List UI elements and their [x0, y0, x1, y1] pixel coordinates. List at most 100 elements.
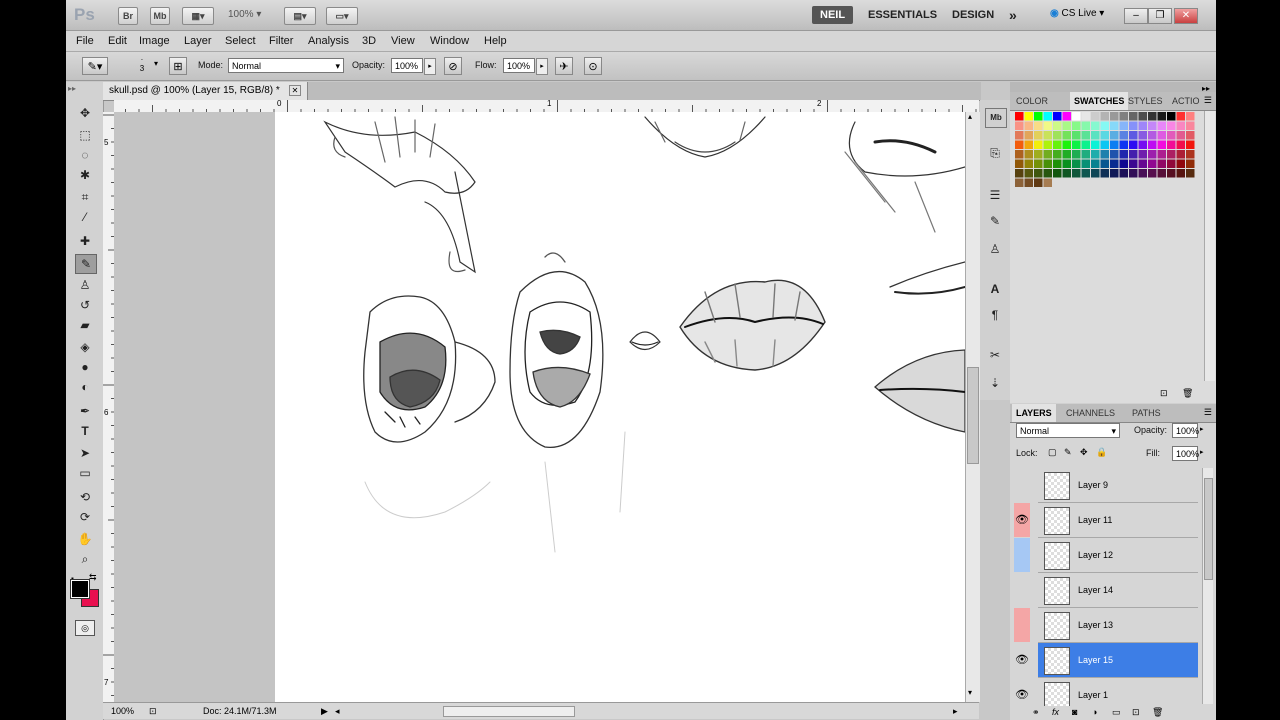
size-pressure-toggle[interactable]: ⊙ [584, 57, 602, 75]
crop-tool-icon[interactable]: ⌗ [75, 188, 95, 206]
color-swatch[interactable] [1053, 112, 1062, 121]
opacity-slider-toggle[interactable]: ▸ [424, 58, 436, 75]
color-swatch[interactable] [1015, 169, 1024, 178]
layer-opacity-input[interactable]: 100% [1172, 423, 1199, 438]
color-swatch[interactable] [1148, 131, 1157, 140]
close-tab-icon[interactable]: ✕ [288, 85, 302, 96]
color-swatch[interactable] [1100, 140, 1110, 150]
color-swatch[interactable] [1043, 131, 1053, 140]
path-selection-tool-icon[interactable]: ➤ [75, 444, 95, 462]
eyedropper-tool-icon[interactable]: ⁄ [75, 208, 95, 226]
foreground-color-swatch[interactable] [70, 579, 90, 599]
color-swatch[interactable] [1138, 131, 1148, 140]
color-swatch[interactable] [1072, 131, 1081, 140]
color-swatch[interactable] [1100, 112, 1110, 121]
menu-edit[interactable]: Edit [108, 33, 127, 49]
swatch-grid[interactable] [1014, 111, 1200, 201]
tab-paths[interactable]: PATHS [1128, 404, 1165, 422]
color-swatch[interactable] [1176, 150, 1186, 159]
history-brush-tool-icon[interactable]: ↺ [75, 296, 95, 314]
color-swatch[interactable] [1119, 169, 1129, 178]
color-swatch[interactable] [1167, 131, 1176, 140]
color-swatch[interactable] [1129, 159, 1138, 169]
marquee-tool-icon[interactable]: ⬚ [75, 126, 95, 144]
menu-layer[interactable]: Layer [184, 33, 212, 49]
document-canvas[interactable] [275, 112, 965, 702]
layer-visibility-toggle[interactable] [1014, 468, 1030, 502]
layer-row[interactable]: Layer 1 [1038, 678, 1198, 706]
adjustment-layer-icon[interactable]: ◑ [1092, 707, 1097, 717]
maximize-button[interactable]: ❐ [1148, 8, 1172, 24]
layer-visibility-toggle[interactable]: 👁 [1014, 503, 1030, 537]
color-swatch[interactable] [1129, 131, 1138, 140]
color-swatch[interactable] [1148, 150, 1157, 159]
color-swatch[interactable] [1081, 131, 1091, 140]
layer-mask-icon[interactable]: ◙ [1072, 707, 1077, 717]
color-swatch[interactable] [1043, 150, 1053, 159]
color-swatch[interactable] [1024, 140, 1034, 150]
color-swatch[interactable] [1062, 140, 1072, 150]
color-swatch[interactable] [1176, 131, 1186, 140]
color-swatch[interactable] [1100, 150, 1110, 159]
color-swatch[interactable] [1091, 169, 1100, 178]
fill-input[interactable]: 100% [1172, 446, 1199, 461]
color-swatch[interactable] [1024, 159, 1034, 169]
color-swatch[interactable] [1129, 169, 1138, 178]
brush-presets-panel-icon[interactable]: ✎ [985, 212, 1005, 230]
close-button[interactable]: ✕ [1174, 8, 1198, 24]
color-swatch[interactable] [1053, 131, 1062, 140]
screen-mode-button[interactable]: ▭▾ [326, 7, 358, 25]
pen-tool-icon[interactable]: ✒ [75, 402, 95, 420]
paragraph-panel-icon[interactable]: ¶ [985, 306, 1005, 324]
color-swatch[interactable] [1129, 150, 1138, 159]
vertical-scrollbar[interactable]: ▴ ▾ [965, 112, 980, 702]
document-tab[interactable]: skull.psd @ 100% (Layer 15, RGB/8) * ✕ [103, 82, 309, 100]
color-swatch[interactable] [1015, 140, 1024, 150]
scroll-down-icon[interactable]: ▾ [968, 688, 972, 697]
more-workspaces-icon[interactable]: » [1001, 6, 1025, 24]
paint-bucket-tool-icon[interactable]: ◈ [75, 338, 95, 356]
color-swatch[interactable] [1100, 131, 1110, 140]
color-swatch[interactable] [1091, 112, 1100, 121]
color-swatch[interactable] [1015, 131, 1024, 140]
scroll-right-icon[interactable]: ▸ [953, 703, 958, 719]
color-swatch[interactable] [1119, 140, 1129, 150]
color-swatch[interactable] [1167, 169, 1176, 178]
color-swatch[interactable] [1148, 112, 1157, 121]
menu-help[interactable]: Help [484, 33, 507, 49]
color-swatch[interactable] [1062, 159, 1072, 169]
color-swatch[interactable] [1062, 112, 1072, 121]
tab-layers[interactable]: LAYERS [1012, 404, 1056, 422]
color-swatch[interactable] [1053, 169, 1062, 178]
layer-visibility-toggle[interactable]: 👁 [1014, 643, 1030, 677]
layer-row[interactable]: Layer 14 [1038, 573, 1198, 608]
tool-preset-picker[interactable]: ✎▾ [82, 57, 108, 75]
3d-orbit-tool-icon[interactable]: ⟳ [75, 508, 95, 526]
color-swatch[interactable] [1167, 159, 1176, 169]
color-panel-menu-icon[interactable]: ☰ [1204, 95, 1212, 106]
color-swatch[interactable] [1186, 121, 1195, 131]
color-swatch[interactable] [1034, 178, 1043, 188]
lock-pixels-icon[interactable]: ✎ [1064, 447, 1072, 458]
color-swatch[interactable] [1100, 159, 1110, 169]
move-tool-icon[interactable]: ✥ [75, 104, 95, 122]
horizontal-scroll-thumb[interactable] [443, 706, 575, 717]
flow-input[interactable]: 100% [503, 58, 535, 73]
color-swatch[interactable] [1081, 112, 1091, 121]
blur-tool-icon[interactable]: ● [75, 358, 95, 376]
type-tool-icon[interactable]: T [75, 422, 95, 440]
color-swatch[interactable] [1081, 169, 1091, 178]
color-swatch[interactable] [1072, 169, 1081, 178]
menu-select[interactable]: Select [225, 33, 256, 49]
color-swatch[interactable] [1157, 150, 1167, 159]
color-swatch[interactable] [1053, 121, 1062, 131]
color-swatch[interactable] [1062, 150, 1072, 159]
brush-size-dropdown-icon[interactable]: ▾ [154, 59, 158, 68]
cs-live-button[interactable]: ◉ CS Live ▾ [1050, 8, 1104, 19]
color-swatch[interactable] [1157, 169, 1167, 178]
mini-bridge-button[interactable]: Mb [150, 7, 170, 25]
tool-presets-panel-icon[interactable]: ✂ [985, 346, 1005, 364]
layer-visibility-toggle[interactable] [1014, 538, 1030, 572]
color-swatch[interactable] [1138, 169, 1148, 178]
swap-colors-icon[interactable]: ⇆ [89, 572, 97, 583]
